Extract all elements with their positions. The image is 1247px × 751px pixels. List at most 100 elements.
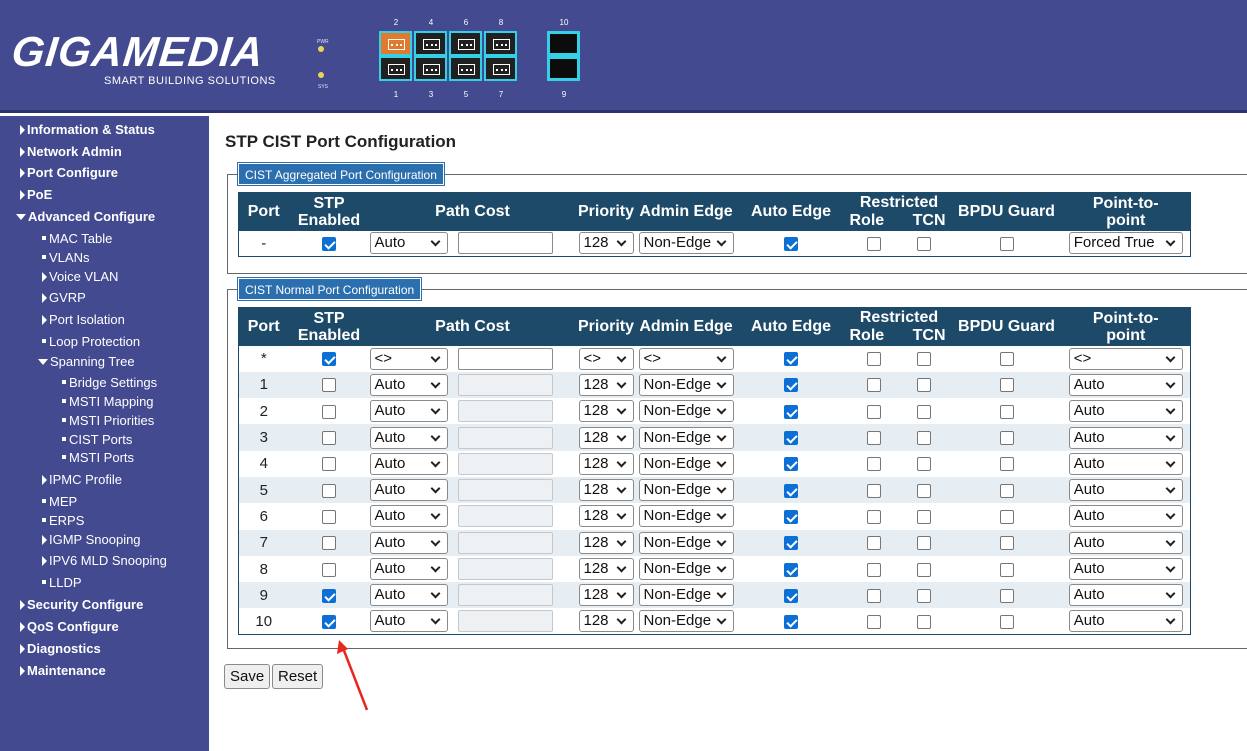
nav-network-admin[interactable]: Network Admin (20, 144, 122, 160)
priority-select[interactable]: 128 (578, 531, 634, 554)
priority-select[interactable]: 128 (578, 452, 634, 475)
nav-diagnostics[interactable]: Diagnostics (20, 641, 101, 657)
path-cost-input[interactable] (457, 505, 553, 528)
nav-msti-priorities[interactable]: MSTI Priorities (62, 413, 154, 429)
auto-edge-checkbox[interactable] (784, 588, 798, 603)
stp-enabled-checkbox[interactable] (322, 536, 336, 551)
restricted-role-checkbox[interactable] (867, 236, 881, 251)
bpdu-guard-checkbox[interactable] (999, 536, 1014, 551)
path-cost-input[interactable] (457, 400, 553, 423)
path-cost-select[interactable]: Auto (369, 373, 448, 396)
stp-enabled-checkbox[interactable] (322, 431, 336, 446)
auto-edge-checkbox[interactable] (784, 562, 798, 577)
auto-edge-checkbox[interactable] (784, 483, 798, 498)
auto-edge-checkbox[interactable] (784, 536, 798, 551)
restricted-role-checkbox[interactable] (867, 483, 881, 498)
port-4-icon[interactable] (414, 31, 447, 56)
nav-erps[interactable]: ERPS (42, 513, 84, 529)
restricted-tcn-checkbox[interactable] (917, 614, 931, 629)
nav-ipmc-profile[interactable]: IPMC Profile (42, 472, 122, 488)
admin-edge-select[interactable]: Non-Edge (638, 505, 734, 528)
point-to-point-select[interactable]: Auto (1068, 426, 1183, 449)
path-cost-input[interactable] (457, 373, 553, 396)
nav-poe[interactable]: PoE (20, 187, 52, 203)
save-button[interactable]: Save (224, 664, 271, 689)
auto-edge-checkbox[interactable] (784, 378, 798, 393)
restricted-tcn-checkbox[interactable] (917, 483, 931, 498)
port-7-icon[interactable] (484, 56, 517, 81)
port-8-icon[interactable] (484, 31, 517, 56)
bpdu-guard-checkbox[interactable] (999, 352, 1014, 367)
path-cost-select[interactable]: Auto (369, 232, 448, 255)
priority-select[interactable]: 128 (578, 232, 634, 255)
auto-edge-checkbox[interactable] (784, 352, 798, 367)
path-cost-select[interactable]: Auto (369, 610, 448, 633)
stp-enabled-checkbox[interactable] (322, 352, 336, 367)
nav-maintenance[interactable]: Maintenance (20, 663, 106, 679)
restricted-tcn-checkbox[interactable] (917, 404, 931, 419)
point-to-point-select[interactable]: Auto (1068, 584, 1183, 607)
path-cost-input[interactable] (457, 452, 553, 475)
nav-security-configure[interactable]: Security Configure (20, 597, 143, 613)
restricted-role-checkbox[interactable] (867, 352, 881, 367)
stp-enabled-checkbox[interactable] (322, 562, 336, 577)
auto-edge-checkbox[interactable] (784, 614, 798, 629)
bpdu-guard-checkbox[interactable] (999, 378, 1014, 393)
nav-msti-ports[interactable]: MSTI Ports (62, 450, 134, 466)
nav-information-status[interactable]: Information & Status (20, 122, 155, 138)
nav-spanning-tree[interactable]: Spanning Tree (38, 354, 135, 370)
admin-edge-select[interactable]: Non-Edge (638, 452, 734, 475)
restricted-tcn-checkbox[interactable] (917, 378, 931, 393)
path-cost-select[interactable]: Auto (369, 584, 448, 607)
path-cost-select[interactable]: <> (369, 347, 448, 370)
path-cost-select[interactable]: Auto (369, 452, 448, 475)
restricted-role-checkbox[interactable] (867, 614, 881, 629)
path-cost-input[interactable] (457, 610, 553, 633)
bpdu-guard-checkbox[interactable] (999, 404, 1014, 419)
priority-select[interactable]: 128 (578, 610, 634, 633)
restricted-role-checkbox[interactable] (867, 562, 881, 577)
admin-edge-select[interactable]: Non-Edge (638, 558, 734, 581)
path-cost-select[interactable]: Auto (369, 426, 448, 449)
admin-edge-select[interactable]: Non-Edge (638, 584, 734, 607)
point-to-point-select[interactable]: Auto (1068, 505, 1183, 528)
restricted-role-checkbox[interactable] (867, 457, 881, 472)
admin-edge-select[interactable]: Non-Edge (638, 400, 734, 423)
auto-edge-checkbox[interactable] (784, 431, 798, 446)
path-cost-input[interactable] (457, 426, 553, 449)
reset-button[interactable]: Reset (272, 664, 324, 689)
stp-enabled-checkbox[interactable] (322, 457, 336, 472)
auto-edge-checkbox[interactable] (784, 236, 798, 251)
restricted-role-checkbox[interactable] (867, 536, 881, 551)
point-to-point-select[interactable]: <> (1068, 347, 1183, 370)
point-to-point-select[interactable]: Auto (1068, 400, 1183, 423)
nav-lldp[interactable]: LLDP (42, 575, 82, 591)
auto-edge-checkbox[interactable] (784, 404, 798, 419)
nav-gvrp[interactable]: GVRP (42, 290, 86, 306)
point-to-point-select[interactable]: Auto (1068, 531, 1183, 554)
stp-enabled-checkbox[interactable] (322, 483, 336, 498)
point-to-point-select[interactable]: Auto (1068, 479, 1183, 502)
auto-edge-checkbox[interactable] (784, 457, 798, 472)
auto-edge-checkbox[interactable] (784, 509, 798, 524)
point-to-point-select[interactable]: Auto (1068, 452, 1183, 475)
restricted-role-checkbox[interactable] (867, 509, 881, 524)
nav-igmp-snooping[interactable]: IGMP Snooping (42, 532, 141, 548)
nav-port-isolation[interactable]: Port Isolation (42, 312, 125, 328)
point-to-point-select[interactable]: Auto (1068, 558, 1183, 581)
restricted-tcn-checkbox[interactable] (917, 588, 931, 603)
priority-select[interactable]: 128 (578, 400, 634, 423)
nav-cist-ports[interactable]: CIST Ports (62, 432, 132, 448)
restricted-tcn-checkbox[interactable] (917, 509, 931, 524)
path-cost-input[interactable] (457, 232, 553, 255)
sfp-port-9-icon[interactable] (547, 56, 580, 81)
path-cost-input[interactable] (457, 531, 553, 554)
nav-voice-vlan[interactable]: Voice VLAN (42, 269, 118, 285)
port-3-icon[interactable] (414, 56, 447, 81)
admin-edge-select[interactable]: Non-Edge (638, 479, 734, 502)
stp-enabled-checkbox[interactable] (322, 614, 336, 629)
nav-mac-table[interactable]: MAC Table (42, 231, 112, 247)
port-6-icon[interactable] (449, 31, 482, 56)
path-cost-input[interactable] (457, 479, 553, 502)
restricted-tcn-checkbox[interactable] (917, 431, 931, 446)
